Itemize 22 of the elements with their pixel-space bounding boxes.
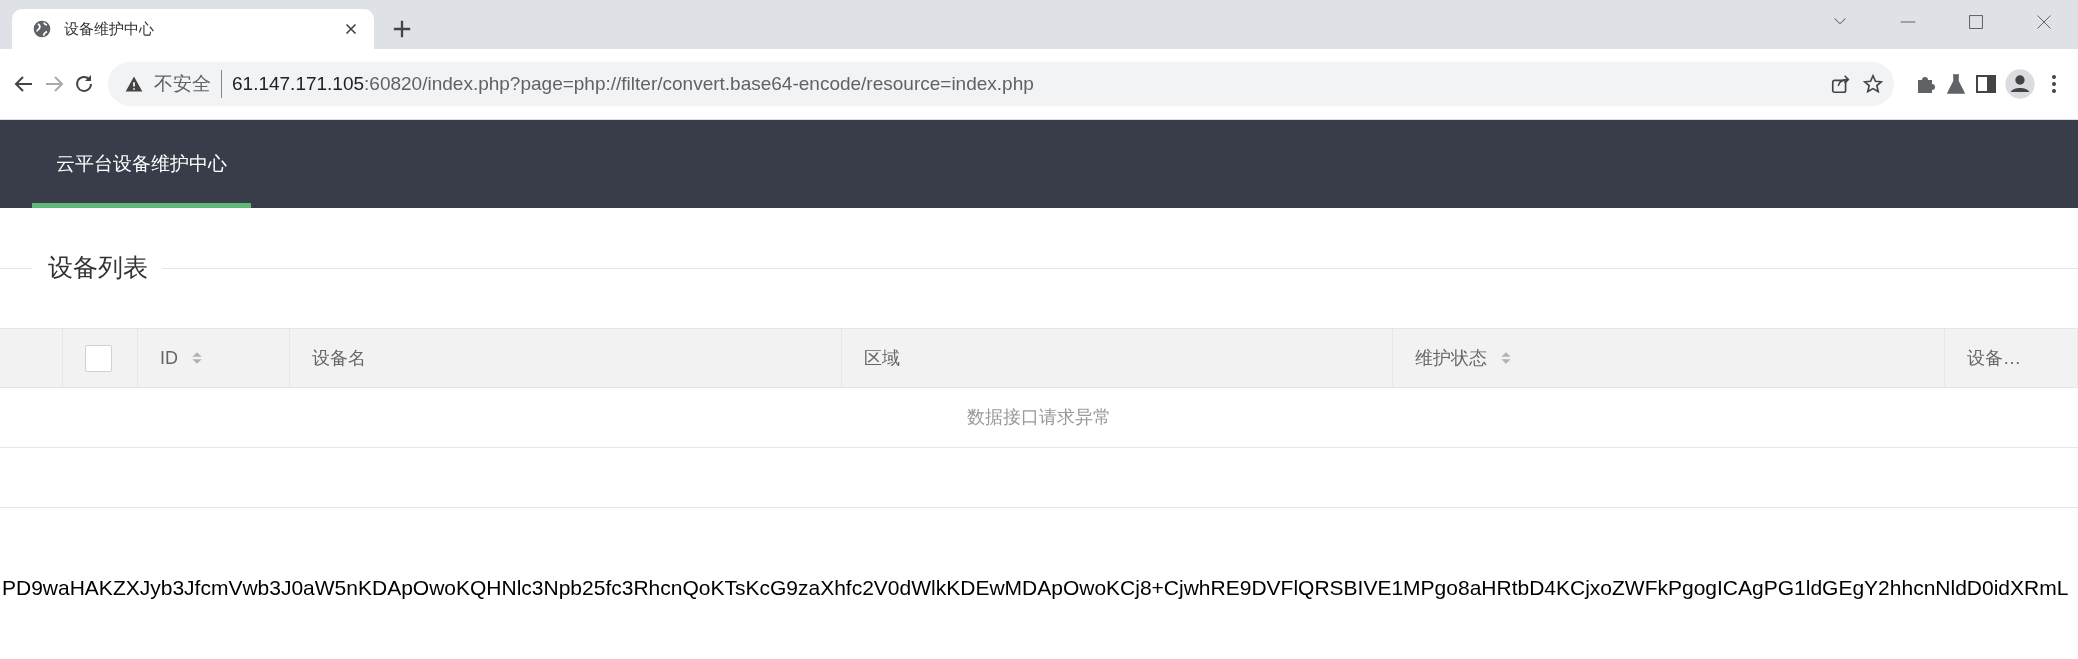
nav-item[interactable]: 云平台设备维护中心 xyxy=(32,120,251,208)
column-header: 区域 xyxy=(864,346,900,370)
globe-icon xyxy=(32,19,52,39)
section-title: 设备列表 xyxy=(47,252,149,284)
column-header: 设备… xyxy=(1967,346,2021,370)
flask-icon[interactable] xyxy=(1944,72,1968,96)
column-header[interactable]: ID xyxy=(160,344,178,372)
column-header[interactable]: 维护状态 xyxy=(1415,344,1487,372)
tab-title: 设备维护中心 xyxy=(64,18,155,39)
url-text: 61.147.171.105:60820/index.php?page=php://filter/convert.base64-encode/resource=index.php xyxy=(232,71,1035,96)
address-bar[interactable]: 不安全 61.147.171.105:60820/index.php?page=php://filter/convert.base64-encode/resource=index.php xyxy=(108,62,1894,106)
empty-message: 数据接口请求异常 xyxy=(967,406,1111,429)
security-label: 不安全 xyxy=(154,69,222,99)
share-icon[interactable] xyxy=(1830,73,1852,95)
checkbox[interactable] xyxy=(85,344,112,372)
side-panel-icon[interactable] xyxy=(1974,72,1998,96)
browser-tab[interactable]: 设备维护中心 xyxy=(12,9,374,49)
star-icon[interactable] xyxy=(1862,73,1884,95)
profile-icon[interactable] xyxy=(2004,68,2036,100)
output-text: PD9waHAKZXJyb3JfcmVwb3J0aW5nKDApOwoKQHNlc3Npb25fc3RhcnQoKTsKcG9zaXhfc2V0dWlkKDEwMDApOwoKCj8+CjwhRE9DVFlQRSBIVE1MPgo8aHRtbD4KCjxoZWFkPgogICAgPG1ldGEgY2hhcnNldD0idXRmL xyxy=(1,575,2070,601)
column-header: 设备名 xyxy=(312,346,366,370)
warning-icon xyxy=(124,74,144,94)
